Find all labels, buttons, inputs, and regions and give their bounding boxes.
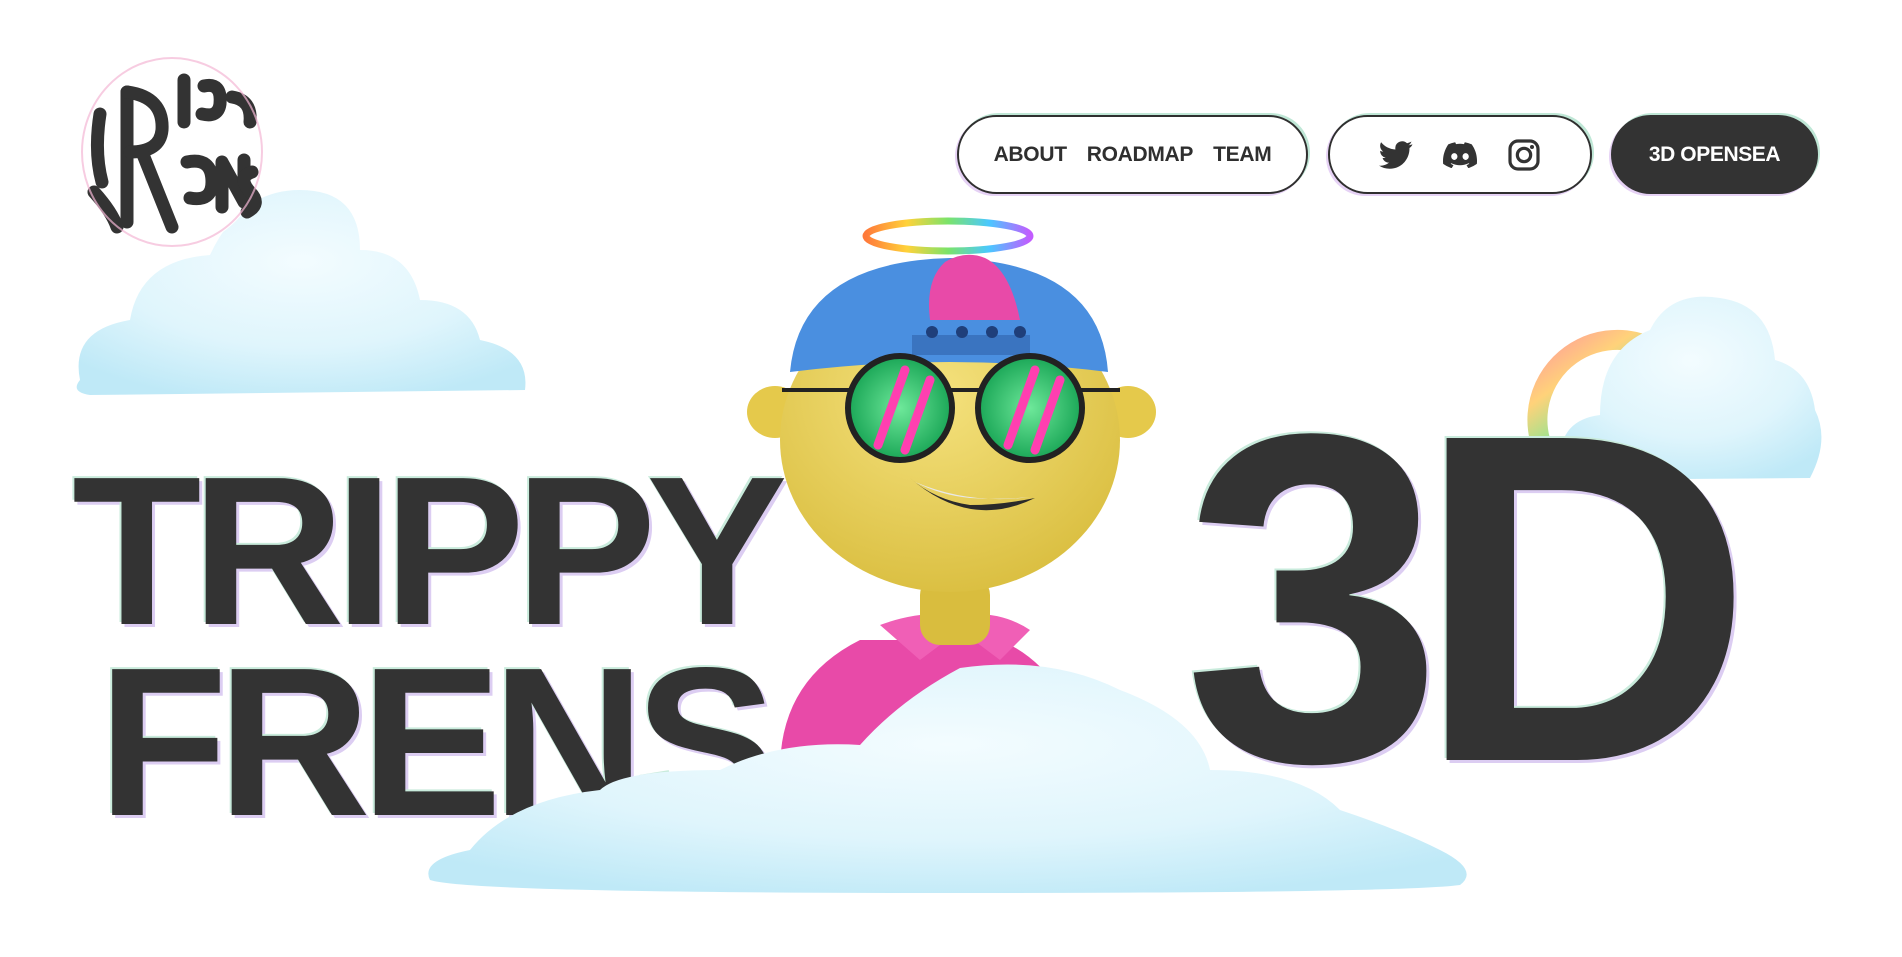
main-nav: ABOUT ROADMAP TEAM	[957, 115, 1308, 194]
nav-about-link[interactable]: ABOUT	[994, 143, 1067, 167]
instagram-icon[interactable]	[1507, 138, 1541, 172]
hero-title-line2: FRENS	[98, 623, 777, 860]
hero-page: ABOUT ROADMAP TEAM 3D OPENSEA TRIPPY FRE…	[0, 0, 1902, 957]
opensea-button[interactable]: 3D OPENSEA	[1611, 115, 1818, 194]
nav-roadmap-link[interactable]: ROADMAP	[1087, 143, 1194, 167]
social-links	[1328, 115, 1592, 194]
hero-3d-text: 3D	[1183, 337, 1753, 860]
discord-icon[interactable]	[1443, 138, 1477, 172]
twitter-icon[interactable]	[1379, 138, 1413, 172]
logo[interactable]	[72, 52, 272, 252]
nav-team-link[interactable]: TEAM	[1213, 143, 1272, 167]
